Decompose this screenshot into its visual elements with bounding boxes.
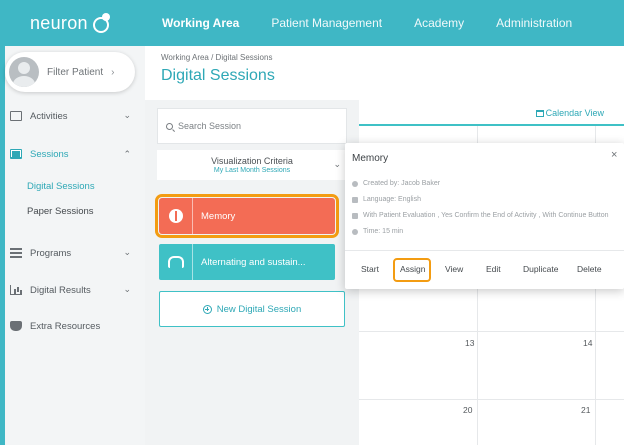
visualization-criteria-dropdown[interactable]: Visualization Criteria My Last Month Ses… bbox=[157, 150, 347, 180]
calendar-day[interactable]: 21 bbox=[581, 405, 590, 415]
popup-detail-language: Language: English bbox=[352, 196, 421, 203]
session-card-alternating[interactable]: Alternating and sustain... bbox=[159, 244, 335, 280]
popup-detail-time: Time: 15 min bbox=[352, 228, 403, 235]
calendar-header: Calendar View bbox=[359, 100, 624, 126]
nav-academy[interactable]: Academy bbox=[398, 16, 480, 30]
chevron-down-icon: ⌄ bbox=[123, 110, 131, 120]
plus-circle-icon bbox=[202, 304, 212, 314]
card-icon-area bbox=[159, 244, 193, 280]
sidebar-item-label: Activities bbox=[30, 110, 68, 122]
logo-brain-icon bbox=[90, 13, 112, 33]
settings-icon bbox=[352, 212, 358, 219]
resources-icon bbox=[10, 321, 22, 331]
close-icon[interactable]: × bbox=[611, 149, 617, 161]
detail-text: With Patient Evaluation , Yes Confirm th… bbox=[363, 212, 609, 219]
activities-icon bbox=[10, 111, 22, 121]
criteria-title: Visualization Criteria bbox=[211, 156, 293, 166]
duplicate-button[interactable]: Duplicate bbox=[523, 264, 558, 274]
calendar-day[interactable]: 20 bbox=[463, 405, 472, 415]
session-list-panel: Visualization Criteria My Last Month Ses… bbox=[145, 100, 359, 445]
divider bbox=[345, 250, 624, 251]
sidebar-item-digital-results[interactable]: Digital Results ⌄ bbox=[5, 278, 145, 302]
neuron-logo[interactable]: neuron bbox=[30, 10, 112, 36]
popup-title: Memory bbox=[352, 153, 389, 164]
detail-text: Language: English bbox=[363, 196, 421, 203]
detail-text: Time: 15 min bbox=[363, 228, 404, 235]
chevron-down-icon: ⌄ bbox=[123, 247, 131, 257]
sidebar-item-label: Extra Resources bbox=[30, 320, 101, 332]
memory-icon bbox=[168, 209, 183, 223]
popup-detail-creator: Created by: Jacob Baker bbox=[352, 180, 440, 187]
sidebar-item-extra-resources[interactable]: Extra Resources bbox=[5, 314, 145, 338]
top-bar: neuron Working Area Patient Management A… bbox=[0, 0, 624, 46]
card-icon-area bbox=[159, 198, 193, 234]
session-card-memory[interactable]: Memory bbox=[155, 194, 339, 238]
session-details-popup: Memory × Created by: Jacob Baker Languag… bbox=[345, 143, 624, 289]
calendar-view-toggle[interactable]: Calendar View bbox=[535, 108, 604, 118]
sidebar-subitem-paper-sessions[interactable]: Paper Sessions bbox=[27, 206, 94, 217]
chevron-down-icon: ⌄ bbox=[123, 284, 131, 294]
nav-patient-management[interactable]: Patient Management bbox=[255, 16, 398, 30]
page-title: Digital Sessions bbox=[161, 67, 275, 84]
search-box bbox=[157, 108, 347, 144]
delete-button[interactable]: Delete bbox=[577, 264, 602, 274]
main-nav: Working Area Patient Management Academy … bbox=[146, 0, 588, 46]
nav-administration[interactable]: Administration bbox=[480, 16, 588, 30]
filter-patient-label: Filter Patient bbox=[47, 66, 104, 78]
search-icon bbox=[166, 122, 173, 130]
calendar-icon bbox=[535, 109, 544, 117]
session-label: Memory bbox=[201, 210, 236, 222]
sidebar-item-label: Programs bbox=[30, 247, 72, 259]
language-icon bbox=[352, 196, 358, 203]
sidebar-item-activities[interactable]: Activities ⌄ bbox=[5, 104, 145, 128]
session-label: Alternating and sustain... bbox=[201, 256, 306, 268]
new-session-label: New Digital Session bbox=[216, 303, 302, 315]
detail-text: Created by: Jacob Baker bbox=[363, 180, 441, 187]
calendar-day[interactable]: 14 bbox=[583, 338, 592, 348]
sidebar-item-label: Sessions bbox=[30, 148, 69, 160]
avatar bbox=[9, 57, 39, 87]
view-button[interactable]: View bbox=[445, 264, 463, 274]
criteria-value: My Last Month Sessions bbox=[213, 167, 291, 174]
assign-highlight bbox=[393, 258, 431, 282]
sidebar-item-programs[interactable]: Programs ⌄ bbox=[5, 241, 145, 265]
sidebar-item-sessions[interactable]: Sessions ⌃ bbox=[5, 142, 145, 166]
calendar-grid-line bbox=[359, 331, 624, 332]
results-icon bbox=[10, 285, 22, 295]
chevron-down-icon: ⌄ bbox=[333, 159, 341, 169]
sessions-icon bbox=[10, 149, 22, 159]
sidebar-subitem-digital-sessions[interactable]: Digital Sessions bbox=[27, 181, 95, 192]
logo-text: neuron bbox=[30, 12, 88, 33]
calendar-day[interactable]: 13 bbox=[465, 338, 474, 348]
headphones-icon bbox=[167, 256, 184, 268]
sidebar: Filter Patient › Activities ⌄ Sessions ⌃… bbox=[5, 46, 145, 445]
nav-working-area[interactable]: Working Area bbox=[146, 16, 255, 30]
popup-detail-options: With Patient Evaluation , Yes Confirm th… bbox=[352, 212, 609, 219]
chevron-right-icon: › bbox=[111, 66, 115, 78]
clock-icon bbox=[352, 228, 358, 235]
calendar-grid-line bbox=[359, 399, 624, 400]
sidebar-item-label: Digital Results bbox=[30, 284, 91, 296]
user-icon bbox=[352, 180, 358, 187]
new-digital-session-button[interactable]: New Digital Session bbox=[159, 291, 345, 327]
breadcrumb: Working Area / Digital Sessions bbox=[161, 53, 273, 62]
start-button[interactable]: Start bbox=[361, 264, 379, 274]
calendar-view-label: Calendar View bbox=[545, 108, 604, 118]
edit-button[interactable]: Edit bbox=[486, 264, 501, 274]
search-session-input[interactable] bbox=[178, 121, 328, 131]
filter-patient-button[interactable]: Filter Patient › bbox=[5, 52, 135, 92]
chevron-up-icon: ⌃ bbox=[123, 149, 131, 159]
programs-icon bbox=[10, 248, 22, 258]
